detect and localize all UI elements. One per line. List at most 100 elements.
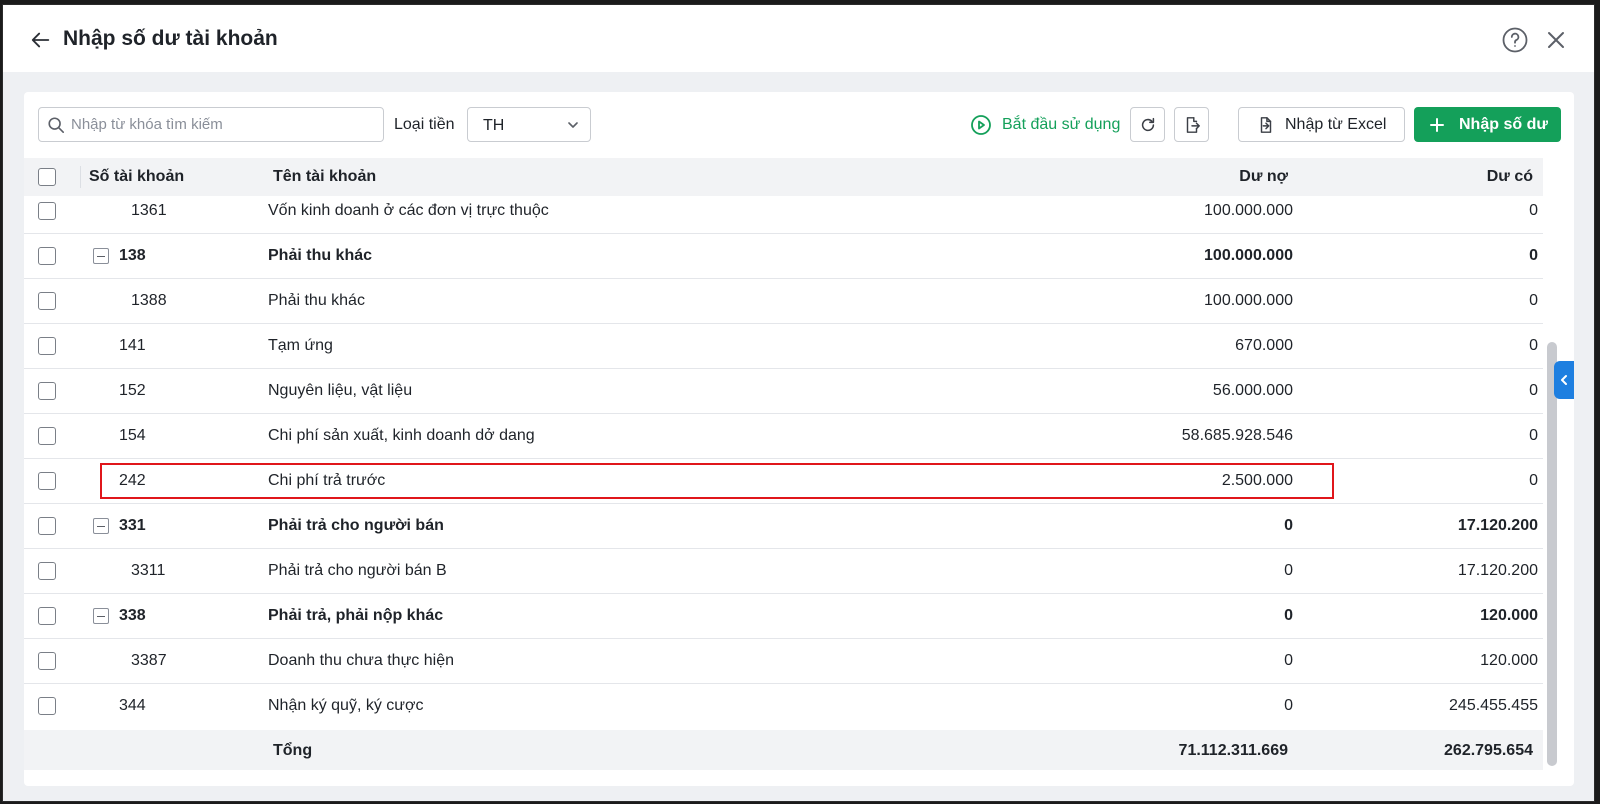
- table-row[interactable]: 141 Tạm ứng 670.000 0: [24, 324, 1543, 369]
- start-using-label: Bắt đầu sử dụng: [1002, 116, 1121, 133]
- help-icon[interactable]: [1501, 26, 1529, 54]
- table-row[interactable]: 154 Chi phí sản xuất, kinh doanh dở dang 5…: [24, 414, 1543, 459]
- cell-credit[interactable]: 0: [1529, 247, 1538, 265]
- cell-account-no: 3387: [131, 652, 167, 669]
- cell-debit[interactable]: 58.685.928.546: [1182, 427, 1293, 445]
- header-account-name[interactable]: Tên tài khoản: [273, 168, 376, 186]
- cell-account-no: 242: [119, 472, 146, 489]
- cell-debit[interactable]: 0: [1284, 652, 1293, 670]
- row-checkbox[interactable]: [38, 697, 56, 715]
- collapse-icon[interactable]: [93, 248, 109, 264]
- add-balance-label: Nhập số dư: [1459, 115, 1548, 133]
- search-input-wrapper[interactable]: [38, 107, 384, 142]
- cell-credit[interactable]: 0: [1529, 202, 1538, 220]
- collapse-icon[interactable]: [93, 518, 109, 534]
- cell-credit[interactable]: 0: [1529, 337, 1538, 355]
- row-checkbox[interactable]: [38, 472, 56, 490]
- footer-total-credit: 262.795.654: [1444, 742, 1533, 759]
- cell-debit[interactable]: 0: [1284, 607, 1293, 625]
- cell-account-name: Phải thu khác: [268, 247, 373, 264]
- cell-account-no: 3311: [131, 562, 166, 579]
- cell-debit[interactable]: 0: [1284, 562, 1293, 580]
- row-checkbox[interactable]: [38, 292, 56, 310]
- refresh-icon: [1141, 117, 1154, 131]
- plus-icon: [1430, 117, 1444, 132]
- search-input[interactable]: [71, 116, 371, 133]
- import-excel-button[interactable]: Nhập từ Excel: [1238, 107, 1405, 142]
- header-debit[interactable]: Dư nợ: [1239, 168, 1288, 186]
- row-checkbox[interactable]: [38, 427, 56, 445]
- cell-credit[interactable]: 120.000: [1480, 652, 1538, 670]
- cell-account-name: Phải trả cho người bán: [268, 517, 444, 534]
- row-checkbox[interactable]: [38, 337, 56, 355]
- table-row[interactable]: 344 Nhận ký quỹ, ký cược 0 245.455.455: [24, 684, 1543, 727]
- row-checkbox[interactable]: [38, 202, 56, 220]
- close-icon[interactable]: [1544, 28, 1568, 52]
- row-checkbox[interactable]: [38, 517, 56, 535]
- cell-debit[interactable]: 0: [1284, 517, 1293, 535]
- cell-account-no: 154: [119, 427, 146, 444]
- row-checkbox[interactable]: [38, 562, 56, 580]
- cell-credit[interactable]: 245.455.455: [1449, 697, 1538, 715]
- cell-debit[interactable]: 0: [1284, 697, 1293, 715]
- content-panel: Loại tiền TH Bắt đầu sử dụng: [24, 92, 1574, 786]
- dialog-window: Nhập số dư tài khoản Loại tiền TH: [2, 4, 1595, 802]
- row-checkbox[interactable]: [38, 607, 56, 625]
- table-row[interactable]: 242 Chi phí trả trước 2.500.000 0: [24, 459, 1543, 504]
- side-panel-toggle[interactable]: [1554, 361, 1574, 399]
- cell-debit[interactable]: 100.000.000: [1204, 202, 1293, 220]
- collapse-icon[interactable]: [93, 608, 109, 624]
- cell-credit[interactable]: 0: [1529, 382, 1538, 400]
- chevron-down-icon: [568, 122, 578, 128]
- cell-account-no: 138: [119, 247, 146, 264]
- table-row[interactable]: 1361 Vốn kinh doanh ở các đơn vị trực thu…: [24, 196, 1543, 234]
- row-checkbox[interactable]: [38, 247, 56, 265]
- cell-account-name: Tạm ứng: [268, 337, 333, 354]
- footer-total-label: Tổng: [273, 742, 313, 759]
- cell-credit[interactable]: 0: [1529, 292, 1538, 310]
- cell-credit[interactable]: 0: [1529, 427, 1538, 445]
- table-row[interactable]: 3311 Phải trả cho người bán B 0 17.120.200: [24, 549, 1543, 594]
- cell-debit[interactable]: 2.500.000: [1222, 472, 1293, 490]
- toolbar: Loại tiền TH Bắt đầu sử dụng: [24, 92, 1574, 156]
- table-row[interactable]: 152 Nguyên liệu, vật liệu 56.000.000 0: [24, 369, 1543, 414]
- cell-credit[interactable]: 120.000: [1480, 607, 1538, 625]
- cell-account-no: 338: [119, 607, 146, 624]
- dialog-header: Nhập số dư tài khoản: [3, 5, 1594, 72]
- refresh-button[interactable]: [1130, 107, 1165, 142]
- table-row[interactable]: 331 Phải trả cho người bán 0 17.120.200: [24, 504, 1543, 549]
- cell-debit[interactable]: 100.000.000: [1204, 292, 1293, 310]
- cell-credit[interactable]: 17.120.200: [1458, 562, 1538, 580]
- header-account-no[interactable]: Số tài khoản: [89, 168, 184, 186]
- cell-account-name: Nhận ký quỹ, ký cược: [268, 697, 424, 714]
- cell-debit[interactable]: 670.000: [1235, 337, 1293, 355]
- cell-account-name: Nguyên liệu, vật liệu: [268, 382, 413, 399]
- header-divider: [80, 166, 81, 188]
- page-title: Nhập số dư tài khoản: [63, 27, 278, 50]
- cell-credit[interactable]: 17.120.200: [1458, 517, 1538, 535]
- table-row[interactable]: 338 Phải trả, phải nộp khác 0 120.000: [24, 594, 1543, 639]
- table-row[interactable]: 3387 Doanh thu chưa thực hiện 0 120.000: [24, 639, 1543, 684]
- cell-debit[interactable]: 56.000.000: [1213, 382, 1293, 400]
- import-excel-label: Nhập từ Excel: [1285, 115, 1387, 133]
- cell-debit[interactable]: 100.000.000: [1204, 247, 1293, 265]
- header-credit[interactable]: Dư có: [1487, 168, 1533, 186]
- cell-credit[interactable]: 0: [1529, 472, 1538, 490]
- table-row[interactable]: 138 Phải thu khác 100.000.000 0: [24, 234, 1543, 279]
- currency-select[interactable]: TH: [467, 107, 591, 142]
- add-balance-button[interactable]: Nhập số dư: [1414, 107, 1561, 142]
- row-checkbox[interactable]: [38, 382, 56, 400]
- table-body: 1361 Vốn kinh doanh ở các đơn vị trực thu…: [24, 196, 1543, 727]
- cell-account-no: 152: [119, 382, 146, 399]
- search-icon: [48, 116, 65, 133]
- scrollbar-thumb[interactable]: [1547, 342, 1557, 766]
- start-using-link[interactable]: Bắt đầu sử dụng: [970, 111, 1120, 139]
- row-checkbox[interactable]: [38, 652, 56, 670]
- cell-account-name: Phải trả cho người bán B: [268, 562, 447, 579]
- export-button[interactable]: [1174, 107, 1209, 142]
- select-all-checkbox[interactable]: [38, 168, 56, 186]
- cell-account-no: 344: [119, 697, 146, 714]
- file-import-icon: [1260, 116, 1272, 133]
- table-row[interactable]: 1388 Phải thu khác 100.000.000 0: [24, 279, 1543, 324]
- arrow-left-icon[interactable]: [30, 29, 52, 51]
